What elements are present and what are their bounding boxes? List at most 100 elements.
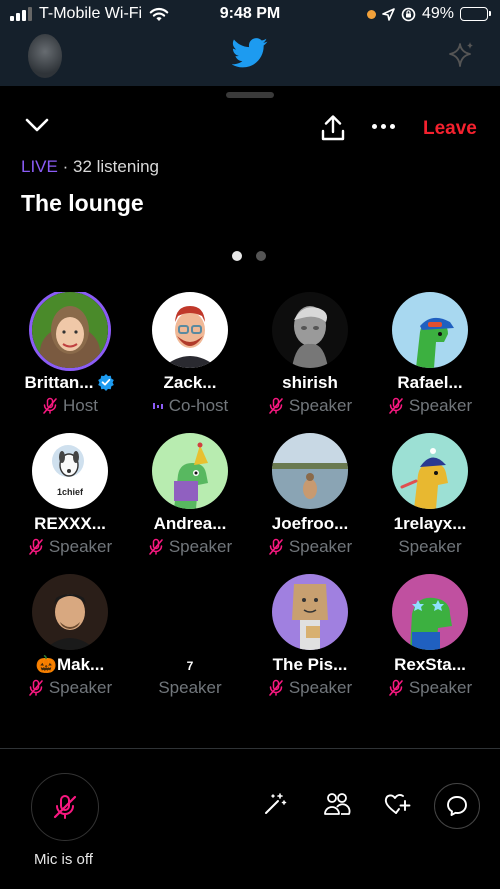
participant-role: Speaker	[10, 537, 130, 557]
participant-name: Brittan...	[10, 373, 130, 393]
battery-percent: 49%	[421, 5, 454, 22]
mic-off-icon	[389, 679, 403, 696]
avatar	[272, 292, 348, 368]
participant-name-text: Brittan...	[24, 373, 94, 392]
participant-card[interactable]: Brittan... Host	[10, 292, 130, 416]
space-title: The lounge	[21, 190, 144, 216]
participant-card[interactable]: 7 Speaker	[130, 574, 250, 698]
listening-count: 32 listening	[73, 157, 160, 176]
participant-name: 🎃Mak...	[10, 655, 130, 675]
participant-role-text: Speaker	[398, 537, 462, 556]
avatar	[152, 433, 228, 509]
participant-name-text: Joefroo...	[271, 514, 349, 533]
participant-name-text: 1relayx...	[393, 514, 467, 533]
heart-plus-icon[interactable]	[383, 791, 411, 817]
participant-card[interactable]: Joefroo... Speaker	[250, 433, 370, 557]
participant-card[interactable]: 1relayx... Speaker	[370, 433, 490, 557]
participant-role-text: Speaker	[408, 678, 473, 697]
mic-toggle-button[interactable]	[31, 773, 99, 841]
avatar: 1chief	[32, 433, 108, 509]
participant-name-text: shirish	[282, 373, 338, 392]
mic-off-icon	[269, 397, 283, 414]
participant-role-text: Host	[63, 396, 98, 415]
participant-card[interactable]: 🎃Mak... Speaker	[10, 574, 130, 698]
participant-name: The Pis...	[250, 655, 370, 675]
participant-role: Speaker	[130, 537, 250, 557]
participant-card[interactable]: shirish Speaker	[250, 292, 370, 416]
participant-card[interactable]: Andrea... Speaker	[130, 433, 250, 557]
participant-name: Rafael...	[370, 373, 490, 393]
chat-icon	[447, 796, 467, 816]
mic-off-icon	[43, 397, 57, 414]
participant-role: Speaker	[370, 678, 490, 698]
participant-name-text: Andrea...	[153, 514, 227, 533]
avatar	[32, 574, 108, 650]
participant-role-text: Speaker	[408, 396, 473, 415]
more-icon[interactable]	[372, 124, 395, 129]
page-dot	[256, 251, 266, 261]
participant-role-text: Speaker	[48, 678, 113, 697]
participant-grid: Brittan... Host Zack... Co-host shirish Speak…	[0, 292, 500, 748]
sparkles-icon[interactable]	[262, 791, 288, 817]
participant-role-text: Speaker	[288, 396, 353, 415]
participant-role-text: Speaker	[158, 678, 222, 697]
twitter-bird-icon	[232, 38, 268, 68]
location-icon	[382, 7, 395, 21]
participant-card[interactable]: Rafael... Speaker	[370, 292, 490, 416]
mic-off-icon	[53, 795, 77, 819]
participant-role-text: Speaker	[168, 537, 233, 556]
profile-avatar[interactable]	[28, 34, 62, 78]
leave-button[interactable]: Leave	[423, 118, 477, 140]
participant-name-text: 7	[186, 659, 194, 673]
avatar	[392, 292, 468, 368]
live-label: LIVE	[21, 157, 58, 176]
participant-name-text: REXXX...	[34, 514, 106, 533]
page-dot-active	[232, 251, 242, 261]
participant-name: 7	[130, 655, 250, 675]
twitter-header	[0, 30, 500, 86]
status-bar: T-Mobile Wi-Fi 9:48 PM 49%	[0, 0, 500, 30]
rotation-lock-icon	[401, 7, 416, 21]
avatar	[392, 433, 468, 509]
participant-role: Speaker	[130, 678, 250, 698]
avatar-placeholder	[152, 574, 228, 650]
mic-off-icon	[149, 538, 163, 555]
participant-role-text: Speaker	[288, 678, 353, 697]
sheet-grabber[interactable]	[226, 92, 274, 98]
participant-role: Speaker	[250, 678, 370, 698]
sparkle-icon[interactable]	[446, 40, 476, 70]
participant-name: Andrea...	[130, 514, 250, 534]
participant-name: Joefroo...	[250, 514, 370, 534]
share-icon[interactable]	[320, 114, 346, 142]
participant-card[interactable]: 1chief REXXX... Speaker	[10, 433, 130, 557]
avatar	[152, 292, 228, 368]
chevron-down-icon[interactable]	[24, 116, 50, 134]
avatar	[392, 574, 468, 650]
mic-off-icon	[389, 397, 403, 414]
participant-name: 1relayx...	[370, 514, 490, 534]
chat-button[interactable]	[434, 783, 480, 829]
speaking-icon	[152, 403, 163, 409]
participant-name-text: RexSta...	[394, 655, 466, 674]
mic-off-icon	[29, 679, 43, 696]
participant-card[interactable]: RexSta... Speaker	[370, 574, 490, 698]
participant-name-text: Zack...	[163, 373, 217, 392]
avatar	[32, 292, 108, 368]
participant-card[interactable]: The Pis... Speaker	[250, 574, 370, 698]
participant-name: Zack...	[130, 373, 250, 393]
participant-name: RexSta...	[370, 655, 490, 675]
battery-icon	[460, 7, 491, 21]
participant-role: Speaker	[370, 537, 490, 557]
participant-role: Host	[10, 396, 130, 416]
participant-role: Speaker	[10, 678, 130, 698]
people-icon[interactable]	[323, 791, 351, 817]
participant-role-text: Co-host	[168, 396, 229, 415]
page-indicator[interactable]	[232, 251, 266, 261]
participant-name: REXXX...	[10, 514, 130, 534]
mic-off-icon	[269, 679, 283, 696]
participant-role-text: Speaker	[48, 537, 113, 556]
participant-role: Co-host	[130, 396, 250, 416]
participant-card[interactable]: Zack... Co-host	[130, 292, 250, 416]
live-separator: ·	[62, 157, 69, 176]
participant-name: shirish	[250, 373, 370, 393]
